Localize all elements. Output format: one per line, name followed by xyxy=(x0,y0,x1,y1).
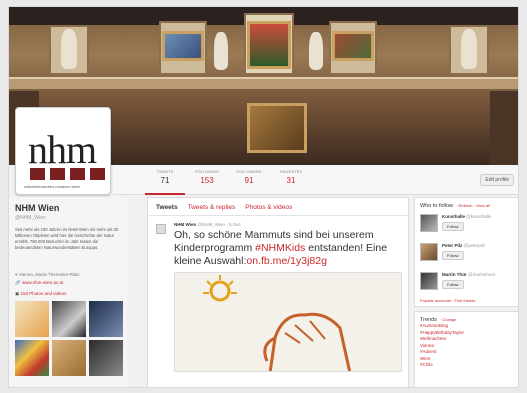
profile-sidebar: NHM Wien @NHM_Wien Seit mehr als 100 Jah… xyxy=(9,197,127,387)
suggestion-avatar[interactable] xyxy=(420,243,438,261)
media-thumb[interactable] xyxy=(52,340,86,376)
profile-location: ⌖ Vienna, Maria-Theresien-Platz xyxy=(15,272,80,277)
stat-followers[interactable]: Followers 91 xyxy=(229,169,269,185)
trends-change[interactable]: · Change xyxy=(440,317,456,322)
trends-box: Trends · Change #AustrianBlog #HappyBirth… xyxy=(414,311,518,387)
profile-stats-bar: Tweets 71 Following 153 Followers 91 Fav… xyxy=(113,165,518,195)
follow-button[interactable]: Follow xyxy=(442,251,464,260)
suggestion-item: Kunsthalle @kunsthalle Follow xyxy=(420,214,514,238)
media-thumb[interactable] xyxy=(15,301,49,337)
media-thumb[interactable] xyxy=(15,340,49,376)
who-to-follow-title: Who to follow xyxy=(420,203,454,209)
suggestion-avatar[interactable] xyxy=(420,272,438,290)
profile-name: NHM Wien xyxy=(15,203,60,213)
who-to-follow-actions[interactable]: · Refresh · View all xyxy=(456,203,490,208)
logo-wordmark: nhm xyxy=(28,127,97,172)
tab-tweets[interactable]: Tweets xyxy=(156,204,178,215)
location-icon: ⌖ xyxy=(15,272,18,277)
who-to-follow-box: Who to follow · Refresh · View all Kunsth… xyxy=(414,197,518,307)
twitter-profile-screenshot: nhm naturhistorisches museum wien Tweets… xyxy=(8,6,519,388)
camera-icon: ▣ xyxy=(15,291,20,296)
media-thumb[interactable] xyxy=(52,301,86,337)
profile-website[interactable]: 🔗 www.nhm-wien.ac.at xyxy=(15,280,121,286)
suggestion-item: Peter Pilz @peterpilz Follow xyxy=(420,243,514,267)
follow-button[interactable]: Follow xyxy=(442,222,464,231)
who-to-follow-footer[interactable]: Popular accounts · Find friends xyxy=(420,298,514,303)
tweet-image-mammoth-drawing[interactable] xyxy=(174,272,402,372)
edit-profile-button[interactable]: Edit profile xyxy=(480,174,514,186)
profile-handle[interactable]: @NHM_Wien xyxy=(15,215,121,221)
stat-following[interactable]: Following 153 xyxy=(187,169,227,185)
link-icon: 🔗 xyxy=(15,280,21,285)
profile-logo[interactable]: nhm naturhistorisches museum wien xyxy=(15,107,111,195)
tweet-meta: NHM Wien @NHM_Wien · 5 Dec xyxy=(174,222,241,227)
profile-bio: Seit mehr als 100 Jahren im NHM Wien mit… xyxy=(15,227,119,250)
tweet[interactable]: NHM Wien @NHM_Wien · 5 Dec Oh, so schöne… xyxy=(148,216,408,372)
tweet-hashtag[interactable]: #NHMKids xyxy=(255,242,305,254)
stat-tweets[interactable]: Tweets 71 xyxy=(145,169,185,195)
timeline-tabs: Tweets Tweets & replies Photos & videos xyxy=(148,198,408,216)
stat-favorites[interactable]: Favorites 31 xyxy=(271,169,311,185)
trend-item[interactable]: #Chile xyxy=(420,362,514,369)
right-sidebar: Who to follow · Refresh · View all Kunsth… xyxy=(414,197,518,387)
logo-tagline: naturhistorisches museum wien xyxy=(24,184,81,189)
tab-tweets-replies[interactable]: Tweets & replies xyxy=(188,204,236,215)
media-thumb[interactable] xyxy=(89,340,123,376)
tweet-avatar[interactable] xyxy=(156,224,166,234)
tweet-timeline: Tweets Tweets & replies Photos & videos … xyxy=(147,197,409,387)
suggestion-avatar[interactable] xyxy=(420,214,438,232)
logo-squares xyxy=(30,168,105,180)
tweet-text: Oh, so schöne Mammuts sind bei unserem K… xyxy=(174,229,388,267)
media-grid xyxy=(15,301,123,376)
suggestion-item: Martin Thür @martinthuer Follow xyxy=(420,272,514,296)
photos-videos-link[interactable]: ▣ 153 Photos and videos xyxy=(15,291,121,297)
tweet-link[interactable]: on.fb.me/1y3j82g xyxy=(246,255,327,267)
tab-photos-videos[interactable]: Photos & videos xyxy=(245,204,292,215)
media-thumb[interactable] xyxy=(89,301,123,337)
follow-button[interactable]: Follow xyxy=(442,280,464,289)
